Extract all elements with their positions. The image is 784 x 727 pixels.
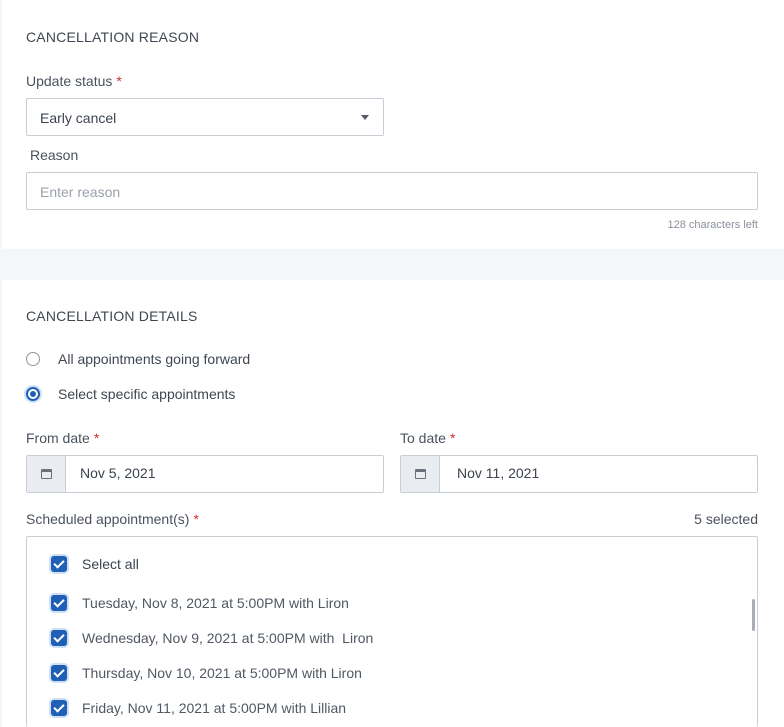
radio-label: Select specific appointments	[58, 386, 236, 402]
appointment-checkbox[interactable]	[51, 665, 67, 681]
cancellation-details-card: CANCELLATION DETAILS All appointments go…	[2, 280, 784, 727]
to-date-picker-button[interactable]	[401, 456, 440, 492]
appointment-item[interactable]: Wednesday, Nov 9, 2021 at 5:00PM with Li…	[50, 629, 700, 649]
update-status-label-text: Update status	[26, 73, 113, 89]
radio-button[interactable]	[26, 352, 40, 366]
from-date-label-text: From date	[26, 430, 90, 446]
radio-button-selected[interactable]	[26, 387, 40, 401]
appointment-label: Tuesday, Nov 8, 2021 at 5:00PM with Liro…	[82, 595, 349, 611]
appointment-item[interactable]: Tuesday, Nov 8, 2021 at 5:00PM with Liro…	[50, 594, 700, 614]
appointment-checkbox[interactable]	[51, 700, 67, 716]
calendar-icon	[40, 469, 52, 479]
required-mark: *	[93, 430, 100, 446]
scheduled-appointments-label-text: Scheduled appointment(s)	[26, 511, 190, 527]
to-date-value: Nov 11, 2021	[457, 465, 540, 481]
required-mark: *	[193, 511, 199, 527]
appointment-label: Wednesday, Nov 9, 2021 at 5:00PM with Li…	[82, 630, 374, 646]
appointment-checkbox[interactable]	[51, 595, 67, 611]
list-scrollbar[interactable]	[752, 599, 755, 631]
radio-option-all-forward[interactable]: All appointments going forward	[26, 351, 426, 371]
reason-placeholder: Enter reason	[40, 184, 121, 200]
appointment-checkbox[interactable]	[51, 630, 67, 646]
required-mark: *	[449, 430, 456, 446]
cancellation-reason-card: CANCELLATION REASON Update status * Early…	[2, 0, 784, 249]
from-date-value: Nov 5, 2021	[80, 465, 156, 481]
appointments-list[interactable]: Select all Tuesday, Nov 8, 2021 at 5:00P…	[26, 536, 758, 727]
selected-count: 5 selected	[694, 511, 758, 527]
reason-label: Reason	[30, 147, 79, 163]
radio-label: All appointments going forward	[58, 351, 251, 367]
select-all-label: Select all	[82, 556, 139, 572]
from-date-label: From date *	[26, 430, 99, 446]
scheduled-appointments-label: Scheduled appointment(s) *	[26, 511, 199, 527]
to-date-label-text: To date	[400, 430, 446, 446]
reason-input[interactable]: Enter reason	[26, 172, 758, 210]
radio-option-specific[interactable]: Select specific appointments	[26, 386, 426, 406]
appointment-label: Friday, Nov 11, 2021 at 5:00PM with Lill…	[82, 700, 347, 716]
to-date-field[interactable]: Nov 11, 2021	[400, 455, 758, 493]
from-date-picker-button[interactable]	[27, 456, 66, 492]
from-date-field[interactable]: Nov 5, 2021	[26, 455, 384, 493]
cancellation-details-title: CANCELLATION DETAILS	[26, 308, 198, 324]
update-status-value: Early cancel	[40, 110, 117, 126]
update-status-label: Update status *	[26, 73, 122, 89]
cancellation-reason-title: CANCELLATION REASON	[26, 29, 200, 45]
required-mark: *	[116, 73, 122, 89]
calendar-icon	[414, 469, 426, 479]
appointment-item[interactable]: Thursday, Nov 10, 2021 at 5:00PM with Li…	[50, 664, 700, 684]
update-status-select[interactable]: Early cancel	[26, 98, 384, 136]
appointment-item[interactable]: Friday, Nov 11, 2021 at 5:00PM with Lill…	[50, 699, 700, 719]
select-all-checkbox[interactable]	[51, 556, 67, 572]
characters-left-hint: 128 characters left	[667, 219, 759, 231]
chevron-down-icon	[361, 115, 369, 120]
appointment-label: Thursday, Nov 10, 2021 at 5:00PM with Li…	[82, 665, 362, 681]
to-date-label: To date *	[400, 430, 455, 446]
select-all-row[interactable]: Select all	[50, 555, 350, 575]
